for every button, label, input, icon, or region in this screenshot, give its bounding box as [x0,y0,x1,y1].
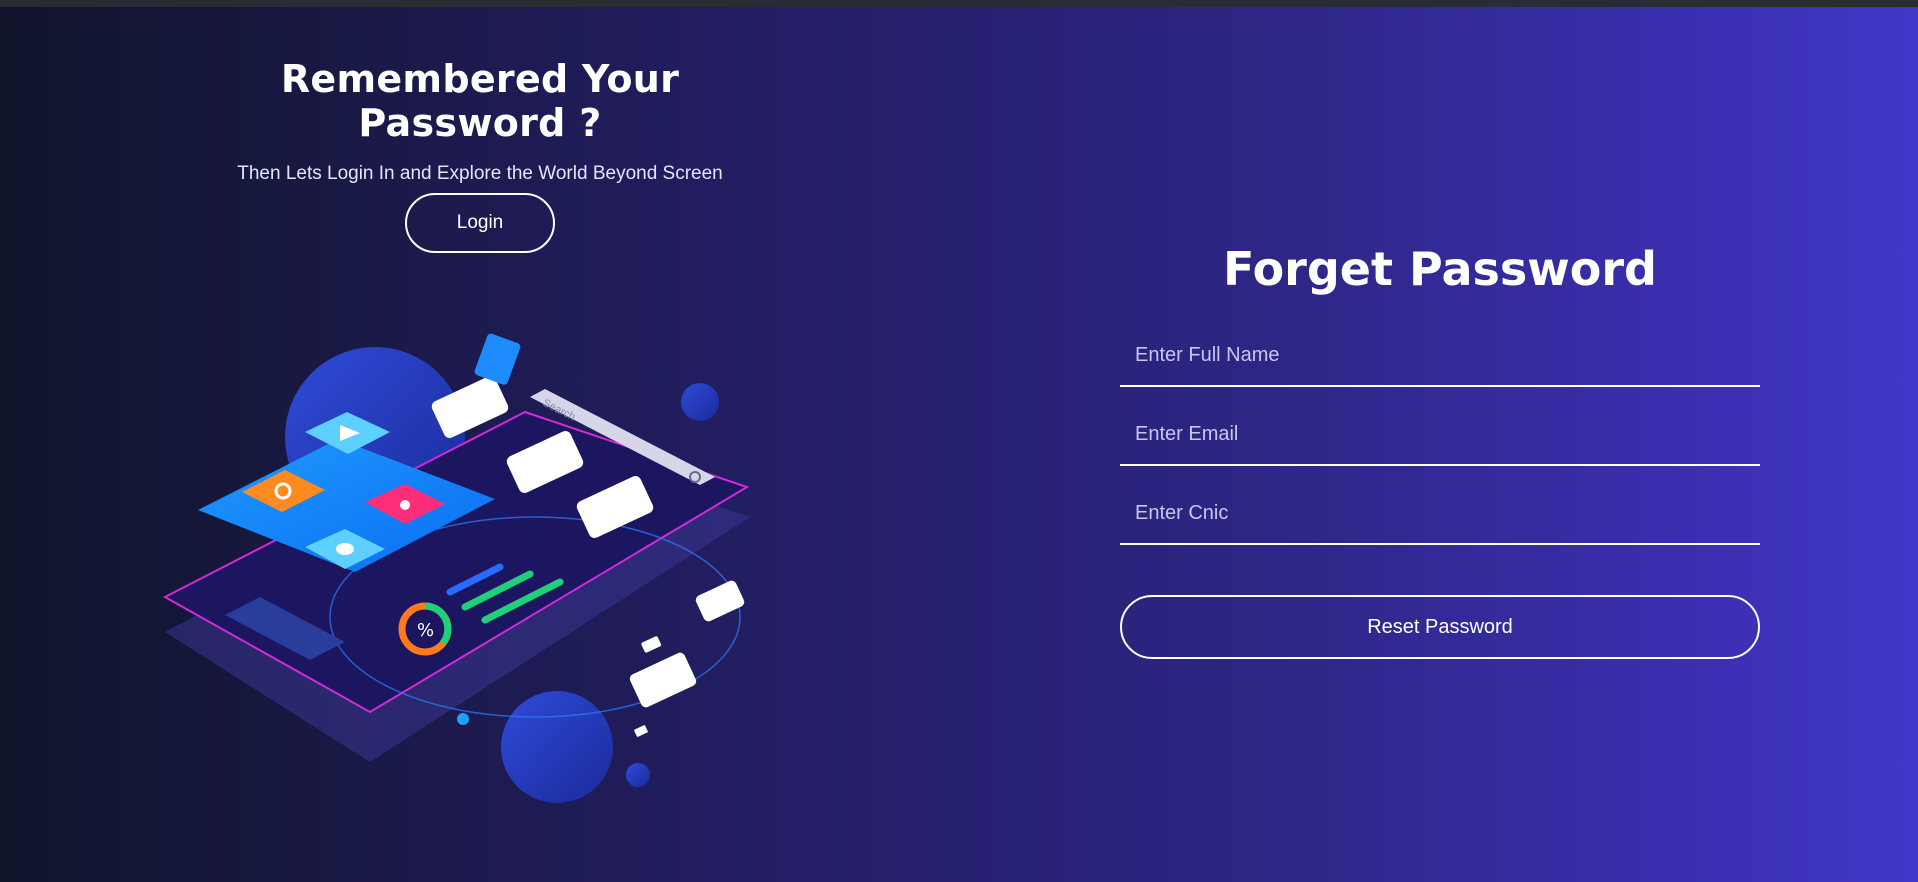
app-platform-illustration: Search % [162,333,750,803]
percent-icon: % [417,620,434,641]
chip-tiny [634,725,648,737]
full-name-input[interactable] [1120,325,1760,385]
card-rss [695,580,745,622]
chip-small [641,636,662,653]
card-flag [474,333,521,385]
full-name-field [1120,308,1760,387]
email-input[interactable] [1120,404,1760,464]
reset-password-button[interactable]: Reset Password [1120,595,1760,659]
cnic-field [1120,466,1760,545]
cnic-input[interactable] [1120,483,1760,543]
promo-subheading: Then Lets Login In and Explore the World… [237,163,723,184]
chat-icon [336,543,354,555]
login-promo: Remembered Your Password ? Then Lets Log… [180,57,780,253]
promo-heading: Remembered Your Password ? [280,57,680,145]
card-diamond [629,652,697,708]
sphere-small-top [681,383,719,421]
forget-password-form: Forget Password Reset Password [1120,242,1760,659]
share-icon [400,500,410,510]
orbit-dot [457,713,469,725]
window-top-bar [0,0,1918,7]
login-button[interactable]: Login [405,193,555,253]
email-field [1120,387,1760,466]
page-background: Remembered Your Password ? Then Lets Log… [0,7,1918,882]
sphere-small-bottom [626,763,650,787]
sphere-bottom [501,691,613,803]
form-title: Forget Password [1223,242,1657,296]
